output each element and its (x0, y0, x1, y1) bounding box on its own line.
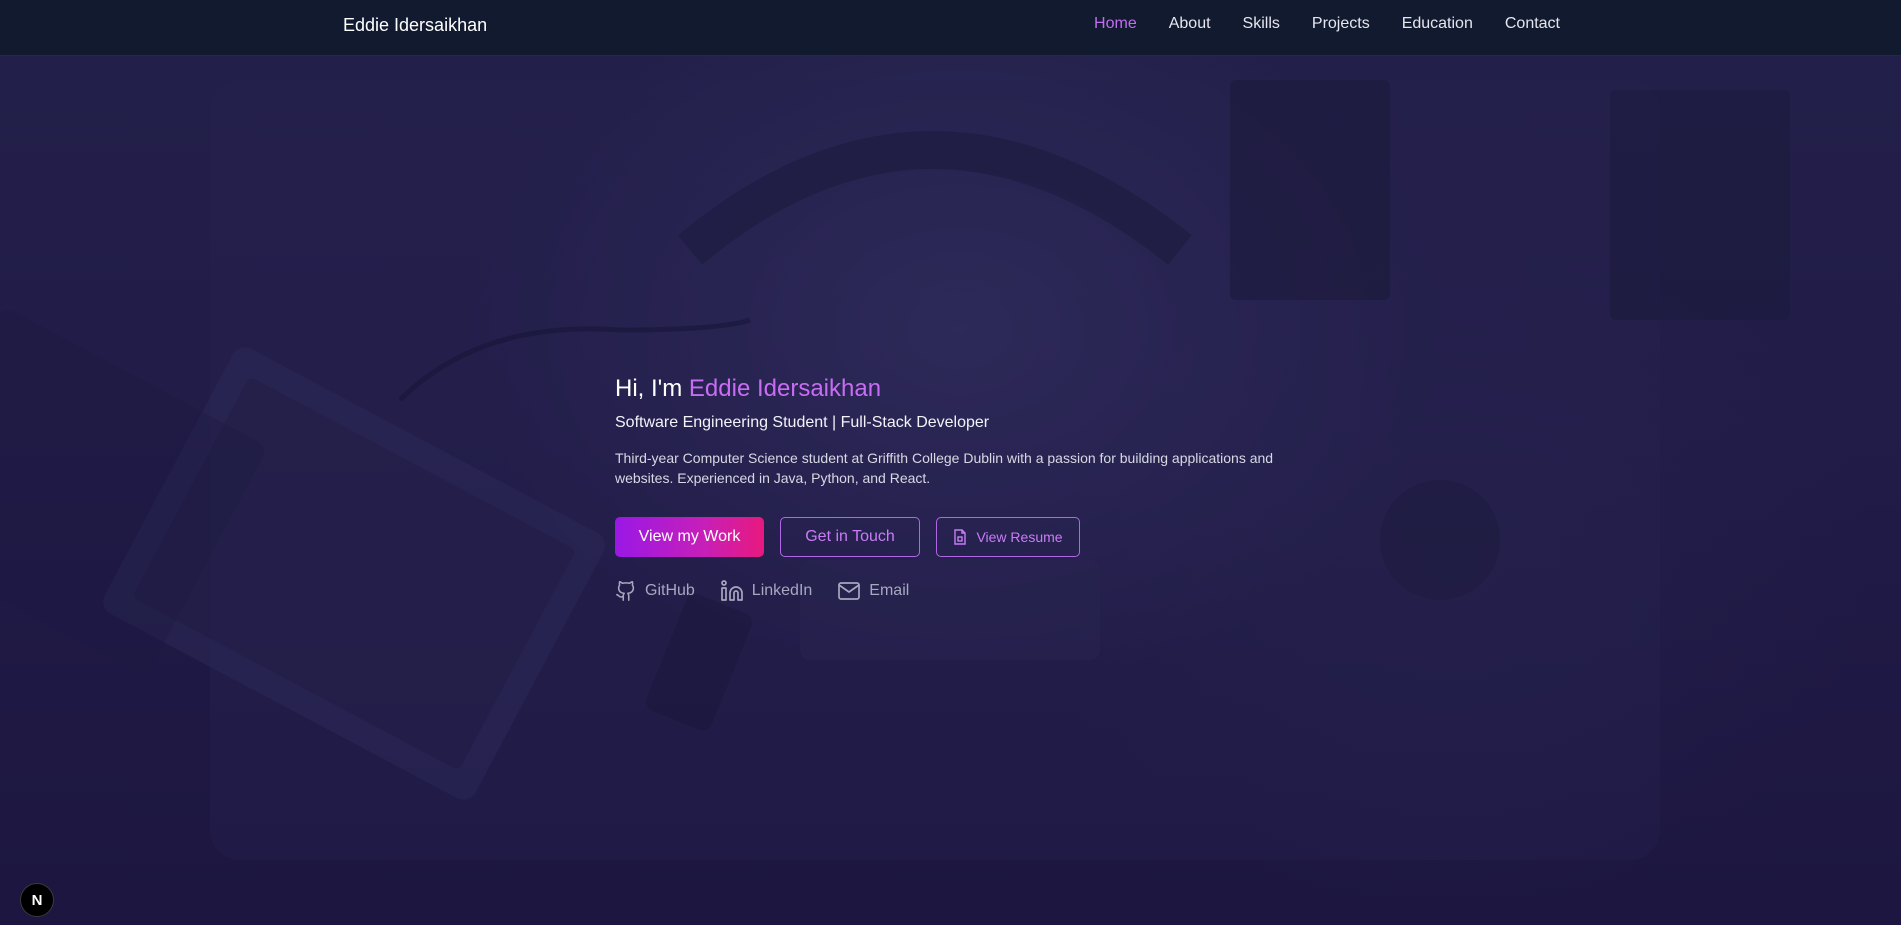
nextjs-dev-badge[interactable]: N (20, 883, 54, 917)
nav-projects[interactable]: Projects (1312, 15, 1370, 33)
linkedin-label: LinkedIn (751, 582, 813, 599)
file-icon (953, 529, 967, 545)
nav-contact[interactable]: Contact (1505, 15, 1560, 33)
nav-skills[interactable]: Skills (1243, 15, 1280, 33)
view-resume-button[interactable]: View Resume (936, 517, 1080, 557)
linkedin-icon (720, 579, 744, 603)
github-link[interactable]: GitHub (615, 579, 695, 603)
get-in-touch-button[interactable]: Get in Touch (780, 517, 920, 557)
top-navbar: Eddie Idersaikhan Home About Skills Proj… (0, 0, 1901, 56)
hero-buttons: View my Work Get in Touch View Resume (615, 517, 1315, 557)
email-label: Email (869, 582, 910, 599)
social-links: GitHub LinkedIn Email (615, 579, 1315, 603)
view-work-button[interactable]: View my Work (615, 517, 764, 557)
brand-logo[interactable]: Eddie Idersaikhan (343, 15, 487, 36)
nav-about[interactable]: About (1169, 15, 1211, 33)
hero-title: Hi, I'm Eddie Idersaikhan (615, 372, 1315, 406)
linkedin-link[interactable]: LinkedIn (720, 579, 813, 603)
hero-section: Hi, I'm Eddie Idersaikhan Software Engin… (615, 372, 1315, 603)
hero-description: Third-year Computer Science student at G… (615, 450, 1274, 486)
hero-name: Eddie Idersaikhan (688, 375, 882, 402)
nav-education[interactable]: Education (1402, 15, 1473, 33)
hero-greeting: Hi, I'm (615, 375, 689, 402)
hero-subtitle: Software Engineering Student | Full-Stac… (615, 414, 990, 431)
mail-icon (837, 581, 861, 601)
nav-home[interactable]: Home (1094, 15, 1137, 33)
view-resume-label: View Resume (976, 529, 1063, 545)
email-link[interactable]: Email (837, 581, 909, 601)
nav-links: Home About Skills Projects Education Con… (1062, 15, 1560, 33)
github-icon (615, 579, 637, 603)
github-label: GitHub (645, 582, 695, 599)
